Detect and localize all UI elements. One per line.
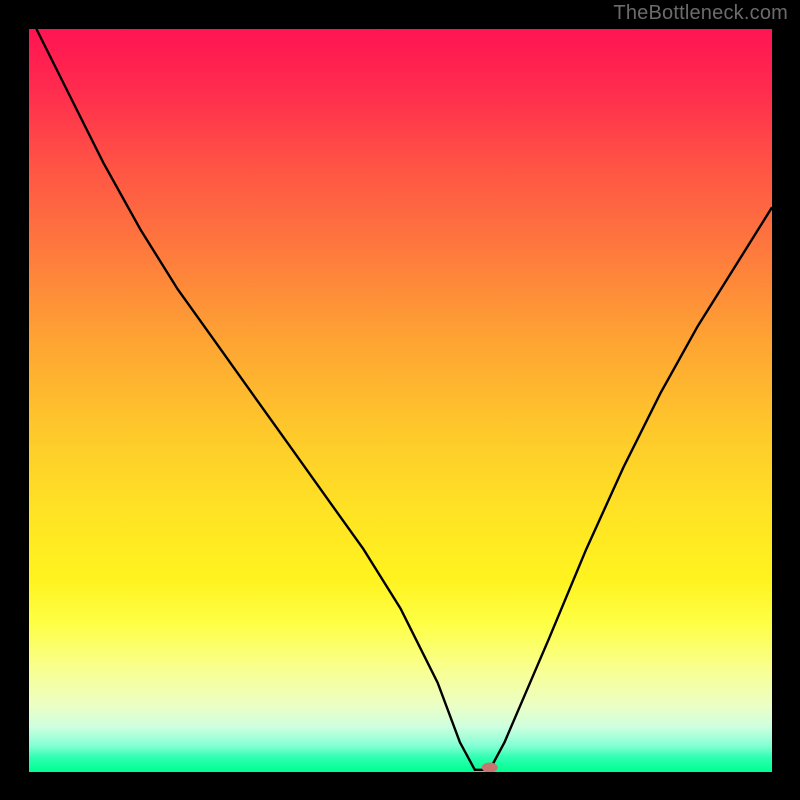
curve-overlay — [29, 29, 772, 772]
watermark-text: TheBottleneck.com — [613, 2, 788, 25]
optimal-marker — [482, 763, 498, 773]
chart-frame: TheBottleneck.com — [0, 0, 800, 800]
bottleneck-curve — [36, 29, 772, 770]
plot-area — [29, 29, 772, 772]
